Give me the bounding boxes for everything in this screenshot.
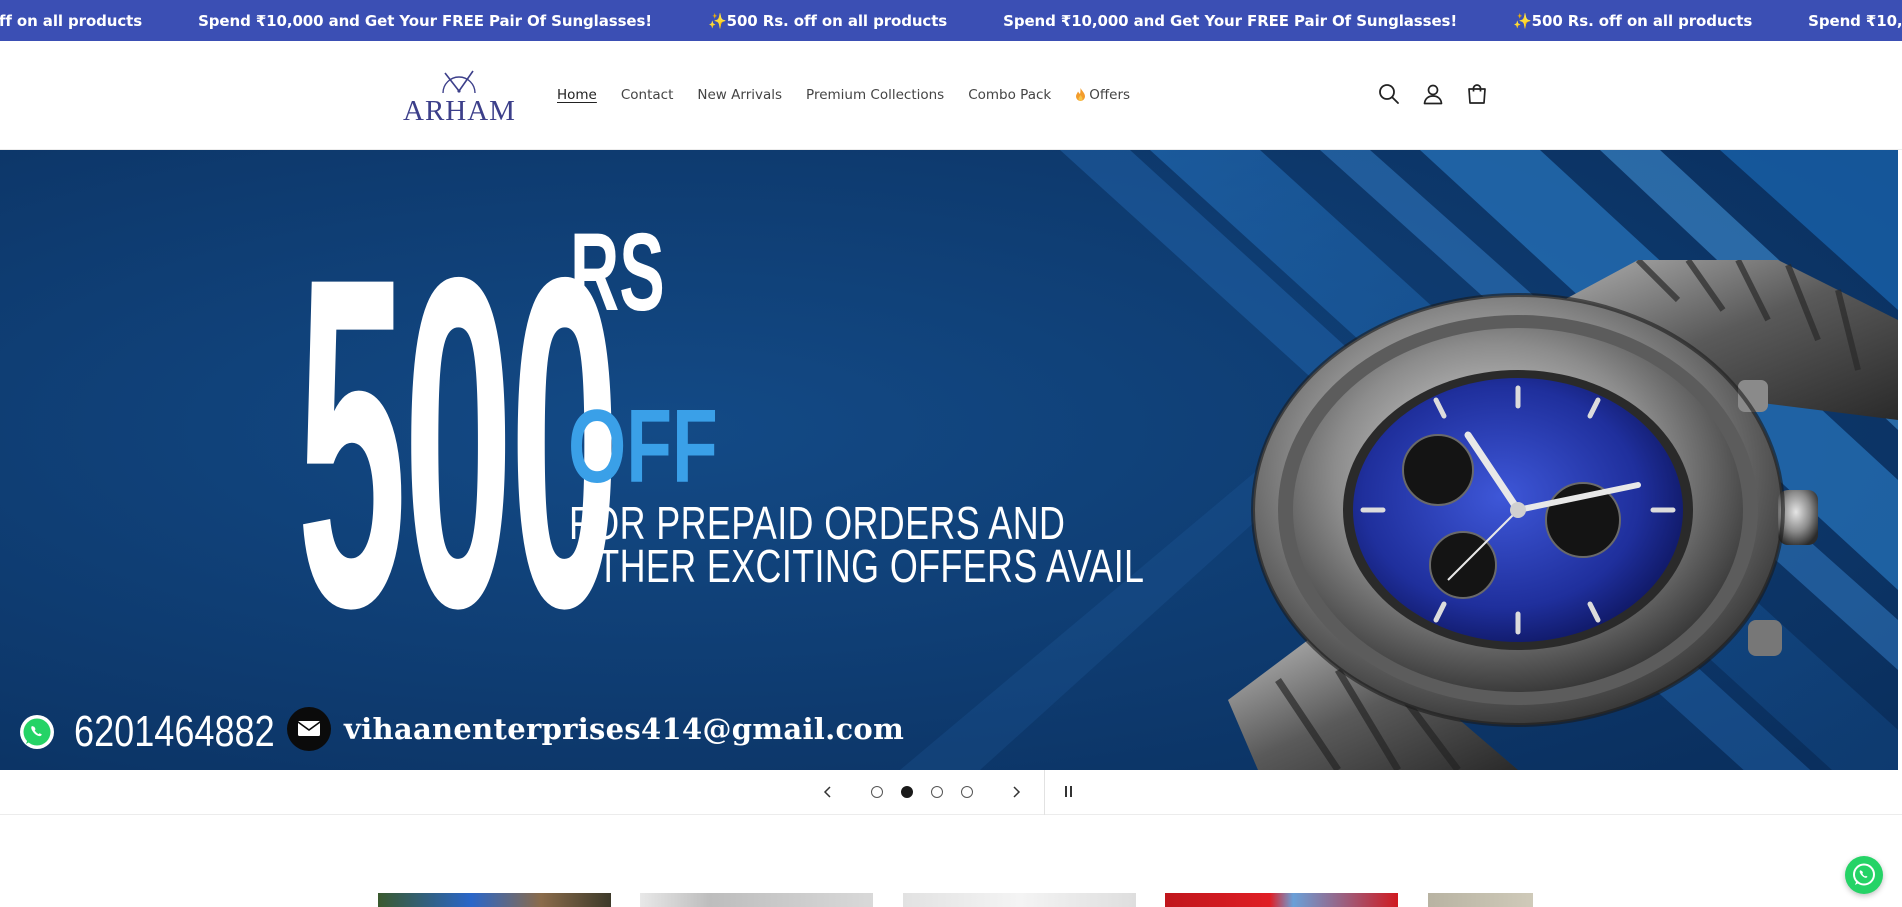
product-thumbnail[interactable] (1165, 893, 1398, 907)
nav-combo-pack-label: Combo Pack (968, 87, 1052, 103)
slider-dots (871, 786, 973, 798)
nav-premium-collections-label: Premium Collections (806, 87, 945, 103)
hero-email: vihaanenterprises414@gmail.com (286, 706, 904, 752)
whatsapp-icon (20, 715, 54, 749)
chevron-left-icon[interactable] (820, 784, 836, 800)
slide-dot-4[interactable] (961, 786, 973, 798)
nav-home-label: Home (557, 87, 597, 103)
hero-email-address: vihaanenterprises414@gmail.com (344, 712, 905, 746)
announcement-item: Spend ₹10,000 and Get Your FREE Pair Of … (1808, 11, 1902, 30)
header-icons (1378, 83, 1488, 105)
nav-new-arrivals-label: New Arrivals (697, 87, 783, 103)
site-logo[interactable]: ARHAM (403, 69, 516, 127)
nav-premium-collections[interactable]: Premium Collections (806, 87, 944, 103)
hero-phone: 6201464882 (18, 710, 319, 754)
hero-currency: RS (570, 211, 665, 334)
whatsapp-icon (1853, 863, 1875, 886)
nav-contact-label: Contact (620, 87, 674, 103)
slide-dot-2[interactable] (901, 786, 913, 798)
slider-divider (1044, 770, 1045, 815)
nav-combo-pack[interactable]: Combo Pack (968, 87, 1051, 103)
product-thumbnail[interactable] (1428, 893, 1533, 907)
announcement-item: Spend ₹10,000 and Get Your FREE Pair Of … (1003, 11, 1458, 30)
nav-contact[interactable]: Contact (621, 87, 674, 103)
hero-off-label: OFF (568, 389, 718, 505)
account-icon[interactable] (1422, 83, 1444, 105)
announcement-track: ✨500 Rs. off on all products Spend ₹10,0… (0, 0, 1902, 41)
flame-icon (1076, 88, 1086, 101)
slide-dot-3[interactable] (931, 786, 943, 798)
nav-home[interactable]: Home (557, 87, 597, 103)
product-thumbnail[interactable] (903, 893, 1136, 907)
announcement-item: Spend ₹10,000 and Get Your FREE Pair Of … (198, 11, 653, 30)
logo-text: ARHAM (403, 95, 516, 127)
announcement-item: ✨500 Rs. off on all products (0, 11, 143, 30)
watch-image (1228, 260, 1898, 770)
hero-subline-2: OTHER EXCITING OFFERS AVAIL (569, 540, 1145, 592)
nav-offers-label: Offers (1089, 87, 1131, 103)
announcement-item: ✨500 Rs. off on all products (1513, 11, 1753, 30)
nav-new-arrivals[interactable]: New Arrivals (697, 87, 782, 103)
nav-offers[interactable]: Offers (1075, 87, 1130, 103)
site-header: ARHAM Home Contact New Arrivals Premium … (0, 41, 1902, 150)
mail-icon (287, 707, 331, 751)
whatsapp-chat-button[interactable] (1845, 856, 1883, 894)
slider-controls (0, 770, 1902, 815)
chevron-right-icon[interactable] (1008, 784, 1024, 800)
pause-icon[interactable] (1065, 786, 1077, 798)
search-icon[interactable] (1378, 83, 1400, 105)
hero-phone-number: 6201464882 (74, 707, 275, 756)
announcement-bar: ✨500 Rs. off on all products Spend ₹10,0… (0, 0, 1902, 41)
announcement-item: ✨500 Rs. off on all products (708, 11, 948, 30)
hero-banner[interactable]: 500 RS OFF FOR PREPAID ORDERS AND OTHER … (0, 150, 1898, 770)
main-nav: Home Contact New Arrivals Premium Collec… (557, 87, 1130, 103)
slide-dot-1[interactable] (871, 786, 883, 798)
product-thumbnail[interactable] (378, 893, 611, 907)
product-thumbnail[interactable] (640, 893, 873, 907)
cart-icon[interactable] (1466, 83, 1488, 105)
